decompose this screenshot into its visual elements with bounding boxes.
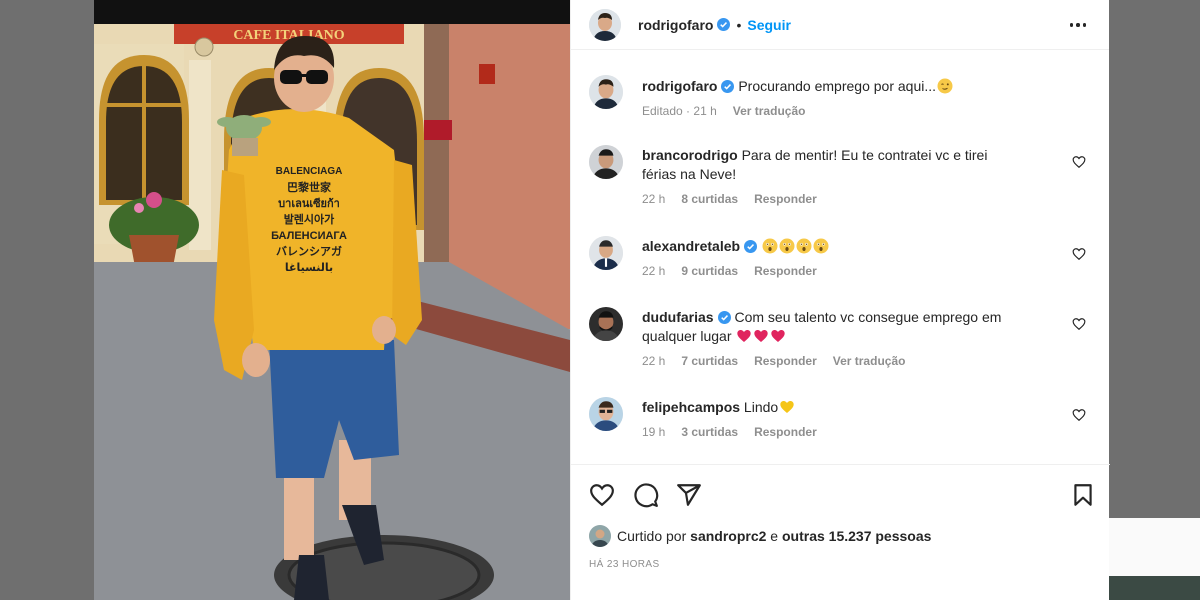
post-timestamp[interactable]: HÁ 23 HORAS — [589, 559, 660, 570]
comment-reply-button[interactable]: Responder — [754, 352, 817, 371]
caption-text: Procurando emprego por aqui... — [738, 78, 937, 94]
commenter-avatar[interactable] — [589, 307, 623, 341]
red-heart-icon — [754, 330, 769, 342]
comment-time: 22 h — [642, 354, 666, 368]
post-caption: rodrigofaro Procurando emprego por aqui.… — [589, 60, 1092, 124]
comment-text-cont: qualquer lugar — [642, 328, 732, 344]
comment-text: Para de mentir! Eu te contratei vc e tir… — [741, 147, 988, 163]
comment-row: dudufarias Com seu talento vc consegue e… — [589, 292, 1092, 368]
astonished-face-icon — [762, 238, 778, 254]
liked-by-conj: e — [770, 528, 779, 544]
comment-likes[interactable]: 9 curtidas — [681, 262, 738, 281]
next-post-peek-image — [1109, 576, 1200, 600]
comment-reply-button[interactable]: Responder — [754, 190, 817, 209]
verified-badge-icon — [721, 80, 735, 93]
comment-likes[interactable]: 3 curtidas — [681, 423, 738, 442]
comment-row: alexandretaleb 22 h 9 curtidas Responder — [589, 221, 1092, 281]
comment-like-icon[interactable] — [1072, 155, 1086, 169]
commenter-avatar[interactable] — [589, 397, 623, 431]
comment-like-icon[interactable] — [1072, 247, 1086, 261]
post-photo[interactable]: CAFE ITALIANO BALENCIAGA 巴黎世家 บาเลนเซียก… — [94, 0, 570, 600]
hoodie-text-line: 발렌시아가 — [284, 212, 335, 226]
comment-bubble-icon[interactable] — [633, 482, 659, 508]
yellow-heart-icon — [780, 401, 794, 413]
verified-badge-icon — [717, 311, 731, 324]
comment-time: 22 h — [642, 192, 666, 206]
liker-avatar — [589, 525, 611, 547]
red-heart-icon — [737, 330, 752, 342]
comment-reply-button[interactable]: Responder — [754, 262, 817, 281]
comments-list[interactable]: rodrigofaro Procurando emprego por aqui.… — [571, 60, 1110, 464]
comment-row: brancorodrigo Para de mentir! Eu te cont… — [589, 130, 1092, 206]
commenter-avatar[interactable] — [589, 145, 623, 179]
comment-username[interactable]: felipehcampos — [642, 399, 740, 415]
comment-translate-link[interactable]: Ver tradução — [833, 352, 906, 371]
red-heart-icon — [771, 330, 786, 342]
comment-text-cont: férias na Neve! — [642, 166, 737, 182]
hoodie-text-line: バレンシアガ — [276, 244, 342, 258]
post-detail-panel: rodrigofaro • Seguir rodrigofaro Procura… — [570, 0, 1110, 600]
comment-text: Lindo — [743, 399, 779, 415]
caption-translate-link[interactable]: Ver tradução — [733, 102, 806, 121]
commenter-avatar[interactable] — [589, 236, 623, 270]
comment-reply-button[interactable]: Responder — [754, 423, 817, 442]
header-separator: • — [736, 16, 742, 33]
more-dots-icon[interactable] — [1067, 14, 1089, 36]
comment-text: Com seu talento vc consegue emprego em — [734, 309, 1002, 325]
author-avatar[interactable] — [589, 8, 621, 41]
caption-edited: Editado — [642, 104, 683, 118]
author-avatar-caption[interactable] — [589, 75, 623, 109]
follow-button[interactable]: Seguir — [747, 17, 791, 33]
comment-like-icon[interactable] — [1072, 408, 1086, 422]
comment-username[interactable]: alexandretaleb — [642, 238, 740, 254]
liked-by[interactable]: Curtido por sandroprc2 e outras 15.237 p… — [589, 525, 931, 547]
backdrop-left — [0, 0, 94, 600]
post-actions: Curtido por sandroprc2 e outras 15.237 p… — [571, 464, 1110, 600]
heart-outline-icon[interactable] — [589, 482, 615, 508]
liked-by-prefix: Curtido por — [617, 528, 687, 544]
bookmark-icon[interactable] — [1070, 482, 1096, 508]
winking-face-icon — [937, 78, 953, 94]
astonished-face-icons — [761, 238, 829, 254]
comment-username[interactable]: dudufarias — [642, 309, 714, 325]
comment-time: 19 h — [642, 425, 666, 439]
post-header: rodrigofaro • Seguir — [571, 0, 1109, 50]
comment-username[interactable]: brancorodrigo — [642, 147, 738, 163]
hoodie-text-line: บาเลนเซียก้า — [278, 197, 340, 210]
red-heart-icons — [735, 328, 786, 344]
comment-likes[interactable]: 7 curtidas — [681, 352, 738, 371]
author-username[interactable]: rodrigofaro — [638, 17, 713, 33]
next-post-peek — [1109, 518, 1200, 576]
comment-likes[interactable]: 8 curtidas — [681, 190, 738, 209]
liked-by-others[interactable]: outras 15.237 pessoas — [782, 528, 931, 544]
verified-badge-icon — [717, 18, 731, 31]
backdrop-right — [1109, 0, 1200, 600]
hoodie-text-line: بالنسياغا — [285, 262, 333, 274]
verified-badge-icon — [744, 240, 758, 253]
astonished-face-icon — [813, 238, 829, 254]
paper-plane-icon[interactable] — [676, 482, 702, 508]
comment-time: 22 h — [642, 264, 666, 278]
caption-time: 21 h — [693, 104, 717, 118]
caption-meta-dot: · — [686, 104, 691, 118]
hoodie-text-line: БАЛЕНСИАГА — [271, 230, 347, 242]
comment-like-icon[interactable] — [1072, 317, 1086, 331]
caption-username[interactable]: rodrigofaro — [642, 78, 717, 94]
astonished-face-icon — [796, 238, 812, 254]
comment-row: felipehcampos Lindo 19 h 3 curtidas Resp… — [589, 382, 1092, 442]
liked-by-user[interactable]: sandroprc2 — [690, 528, 766, 544]
hoodie-text-line: 巴黎世家 — [287, 180, 332, 194]
hoodie-brand: BALENCIAGA — [276, 166, 343, 177]
astonished-face-icon — [779, 238, 795, 254]
